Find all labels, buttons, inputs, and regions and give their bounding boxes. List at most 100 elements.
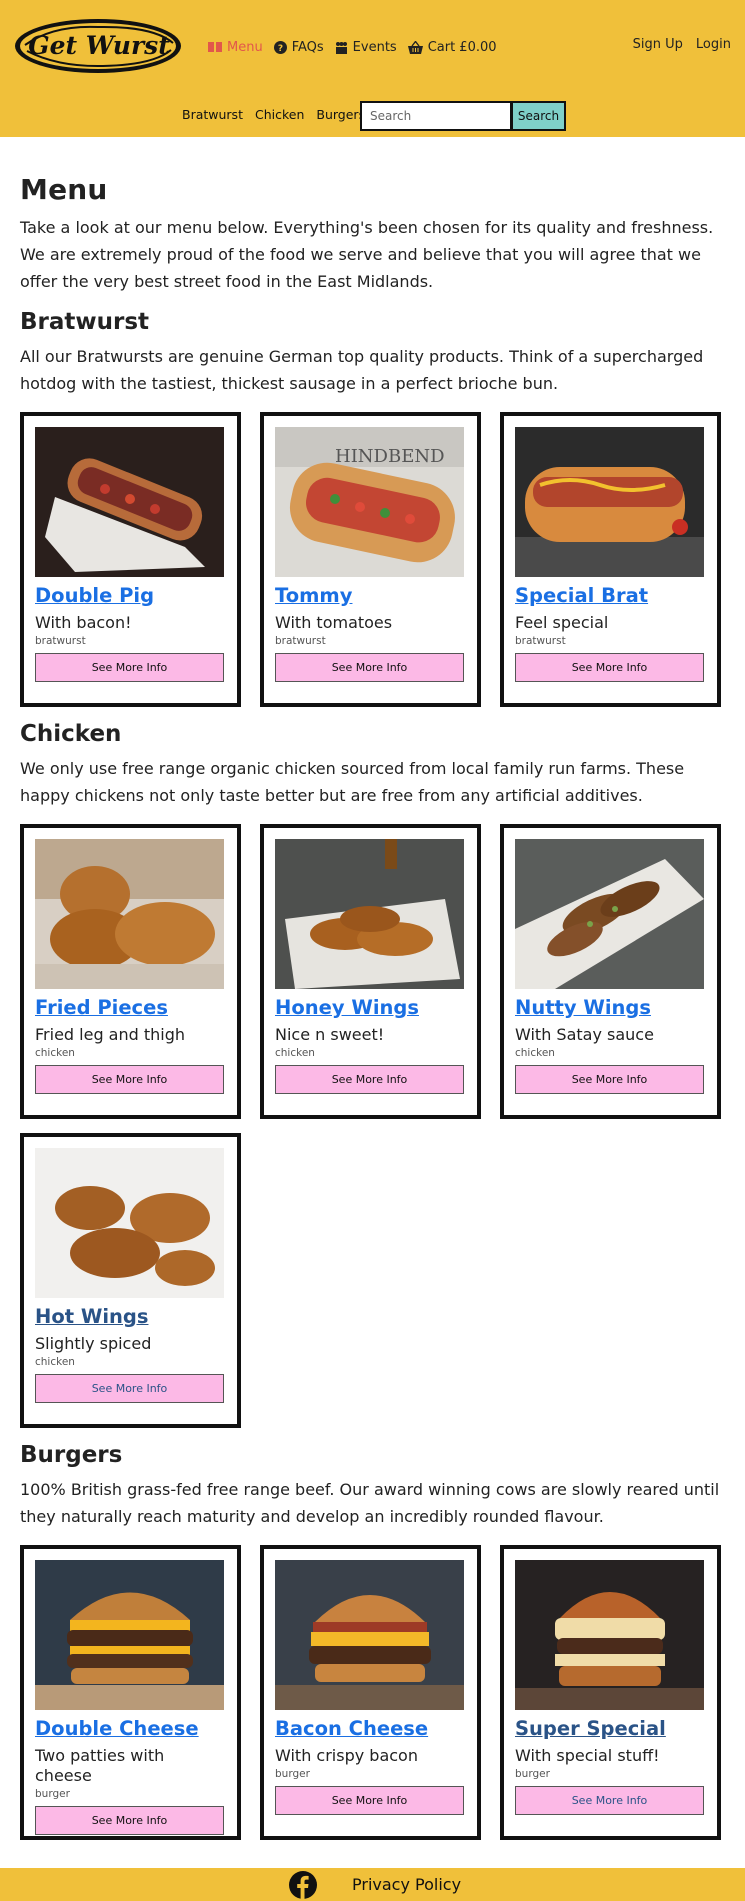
basket-icon (407, 40, 423, 54)
product-title-link[interactable]: Hot Wings (35, 1302, 226, 1332)
product-description: With crispy bacon (275, 1746, 418, 1765)
product-card: HINDBEND Tommy With tomatoes bratwurst S… (260, 412, 481, 707)
section-title-bratwurst: Bratwurst (20, 309, 150, 335)
menu-book-icon (208, 42, 222, 52)
product-description: Slightly spiced (35, 1334, 152, 1353)
product-description: Two patties with cheese (35, 1746, 165, 1785)
bacon-cheeseburger-photo[interactable] (275, 1560, 464, 1710)
see-more-info-button[interactable]: See More Info (515, 1786, 704, 1815)
nav-cart-label: Cart £0.00 (427, 39, 497, 55)
facebook-icon[interactable] (289, 1871, 317, 1899)
product-title-link[interactable]: Honey Wings (275, 993, 466, 1023)
product-grid-bratwurst: Double Pig With bacon! bratwurst See Mor… (20, 412, 725, 721)
honey-wings-photo[interactable] (275, 839, 464, 989)
product-description: With bacon! (35, 613, 132, 632)
product-title-link[interactable]: Nutty Wings (515, 993, 706, 1023)
see-more-info-button[interactable]: See More Info (35, 1806, 224, 1835)
category-link-bratwurst[interactable]: Bratwurst (182, 107, 243, 122)
product-category-tag: chicken (35, 1047, 75, 1059)
see-more-info-button[interactable]: See More Info (35, 653, 224, 682)
see-more-info-button[interactable]: See More Info (515, 1065, 704, 1094)
hotdog-special-photo[interactable] (515, 427, 704, 577)
nav-events-label: Events (352, 39, 397, 55)
product-category-tag: burger (515, 1768, 550, 1780)
product-title-link[interactable]: Super Special (515, 1714, 706, 1744)
product-grid-burgers: Double Cheese Two patties with cheese bu… (20, 1545, 725, 1854)
double-cheeseburger-photo[interactable] (35, 1560, 224, 1710)
special-burger-photo[interactable] (515, 1560, 704, 1710)
product-card: Bacon Cheese With crispy bacon burger Se… (260, 1545, 481, 1840)
nav-cart[interactable]: Cart £0.00 (407, 39, 497, 55)
see-more-info-button[interactable]: See More Info (275, 1786, 464, 1815)
logo-text: Get Wurst (28, 31, 170, 60)
search-button[interactable]: Search (511, 101, 566, 131)
nav-menu-label: Menu (227, 39, 263, 55)
product-category-tag: burger (35, 1788, 70, 1800)
product-card: Fried Pieces Fried leg and thigh chicken… (20, 824, 241, 1119)
people-icon (335, 41, 347, 54)
nav-faqs-label: FAQs (291, 39, 324, 55)
satay-wings-photo[interactable] (515, 839, 704, 989)
fried-chicken-photo[interactable] (35, 839, 224, 989)
section-title-burgers: Burgers (20, 1442, 123, 1468)
see-more-info-button[interactable]: See More Info (35, 1065, 224, 1094)
main-content: Menu Take a look at our menu below. Ever… (20, 173, 725, 1854)
product-card: Hot Wings Slightly spiced chicken See Mo… (20, 1133, 241, 1428)
product-description: With special stuff! (515, 1746, 660, 1765)
main-nav: Menu ? FAQs Events Cart £0.00 (208, 37, 497, 57)
product-category-tag: bratwurst (35, 635, 86, 647)
product-category-tag: bratwurst (515, 635, 566, 647)
product-category-tag: burger (275, 1768, 310, 1780)
product-title-link[interactable]: Double Cheese (35, 1714, 226, 1744)
product-description: With Satay sauce (515, 1025, 654, 1044)
hotdog-tomato-photo[interactable]: HINDBEND (275, 427, 464, 577)
svg-text:HINDBEND: HINDBEND (335, 446, 445, 467)
page-intro: Take a look at our menu below. Everythin… (20, 218, 714, 291)
privacy-policy-link[interactable]: Privacy Policy (352, 1875, 461, 1894)
see-more-info-button[interactable]: See More Info (275, 653, 464, 682)
product-category-tag: chicken (275, 1047, 315, 1059)
product-description: Feel special (515, 613, 609, 632)
nav-menu[interactable]: Menu (208, 40, 263, 55)
signup-link[interactable]: Sign Up (633, 37, 683, 52)
product-title-link[interactable]: Tommy (275, 581, 466, 611)
login-link[interactable]: Login (696, 37, 731, 52)
hotdog-bacon-photo[interactable] (35, 427, 224, 577)
product-title-link[interactable]: Double Pig (35, 581, 226, 611)
section-description-burgers: 100% British grass-fed free range beef. … (20, 1480, 720, 1526)
get-wurst-logo[interactable]: Get Wurst (13, 17, 184, 75)
see-more-info-button[interactable]: See More Info (35, 1374, 224, 1403)
product-title-link[interactable]: Fried Pieces (35, 993, 226, 1023)
section-description-chicken: We only use free range organic chicken s… (20, 759, 685, 805)
section-description-bratwurst: All our Bratwursts are genuine German to… (20, 347, 704, 393)
page-title: Menu (20, 173, 108, 206)
see-more-info-button[interactable]: See More Info (275, 1065, 464, 1094)
category-bar: Bratwurst Chicken Burgers Search (0, 93, 745, 137)
hot-wings-photo[interactable] (35, 1148, 224, 1298)
category-link-chicken[interactable]: Chicken (255, 107, 304, 122)
product-category-tag: bratwurst (275, 635, 326, 647)
nav-faqs[interactable]: ? FAQs (273, 39, 324, 55)
category-link-burgers[interactable]: Burgers (316, 107, 365, 122)
product-category-tag: chicken (35, 1356, 75, 1368)
product-card: Honey Wings Nice n sweet! chicken See Mo… (260, 824, 481, 1119)
product-card: Double Pig With bacon! bratwurst See Mor… (20, 412, 241, 707)
product-description: Fried leg and thigh (35, 1025, 186, 1044)
product-card: Special Brat Feel special bratwurst See … (500, 412, 721, 707)
product-description: With tomatoes (275, 613, 393, 632)
product-card: Double Cheese Two patties with cheese bu… (20, 1545, 241, 1840)
product-title-link[interactable]: Bacon Cheese (275, 1714, 466, 1744)
account-nav: Sign Up Login (633, 37, 731, 52)
see-more-info-button[interactable]: See More Info (515, 653, 704, 682)
svg-text:?: ? (278, 44, 283, 54)
category-nav: Bratwurst Chicken Burgers (182, 107, 365, 122)
footer: Privacy Policy (0, 1868, 745, 1901)
header: Get Wurst Menu ? FAQs Events Cart £0.00 … (0, 0, 745, 93)
product-grid-chicken: Fried Pieces Fried leg and thigh chicken… (20, 824, 725, 1442)
nav-events[interactable]: Events (335, 40, 397, 55)
search-input[interactable] (360, 101, 512, 131)
product-title-link[interactable]: Special Brat (515, 581, 706, 611)
product-card: Nutty Wings With Satay sauce chicken See… (500, 824, 721, 1119)
product-card: Super Special With special stuff! burger… (500, 1545, 721, 1840)
product-description: Nice n sweet! (275, 1025, 385, 1044)
